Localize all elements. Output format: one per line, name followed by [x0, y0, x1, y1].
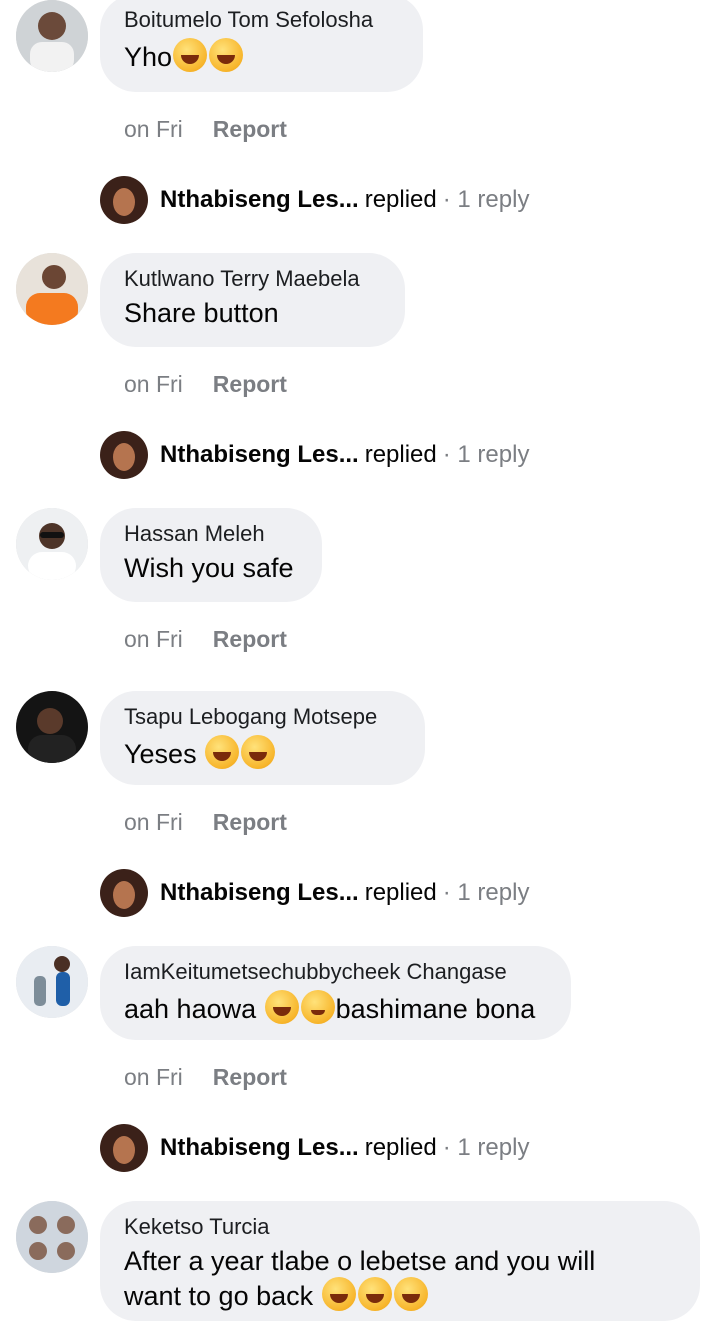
- comment-bubble[interactable]: Hassan Meleh Wish you safe: [100, 508, 322, 602]
- comment-meta: on Fri Report: [124, 625, 287, 653]
- replies-link[interactable]: Nthabiseng Les... replied · 1 reply: [100, 869, 529, 917]
- avatar[interactable]: [16, 253, 88, 325]
- laugh-cry-emoji-icon: [393, 1277, 428, 1311]
- rofl-emoji-icon: [241, 735, 276, 769]
- report-button[interactable]: Report: [213, 116, 287, 142]
- comment-bubble[interactable]: Boitumelo Tom Sefolosha Yho: [100, 0, 423, 92]
- reply-count: · 1 reply: [442, 879, 530, 906]
- comment-author[interactable]: Hassan Meleh: [124, 520, 298, 548]
- rofl-emoji-icon: [209, 38, 244, 72]
- comment-text: Wish you safe: [124, 553, 294, 583]
- wink-emoji-icon: [300, 990, 335, 1024]
- reply-avatar: [100, 176, 148, 224]
- comment-time[interactable]: on Fri: [124, 370, 183, 398]
- comment-text: aah haowa bashimane bona: [124, 990, 547, 1026]
- avatar[interactable]: [16, 1201, 88, 1273]
- comment-author[interactable]: Keketso Turcia: [124, 1213, 676, 1241]
- comment-text: Yeses: [124, 735, 401, 771]
- reply-avatar: [100, 869, 148, 917]
- comment-time[interactable]: on Fri: [124, 808, 183, 836]
- replies-link[interactable]: Nthabiseng Les... replied · 1 reply: [100, 1124, 529, 1172]
- reply-count: · 1 reply: [442, 186, 530, 213]
- avatar[interactable]: [16, 946, 88, 1018]
- laugh-cry-emoji-icon: [357, 1277, 392, 1311]
- comment-meta: on Fri Report: [124, 808, 287, 836]
- replies-link[interactable]: Nthabiseng Les... replied · 1 reply: [100, 431, 529, 479]
- reply-avatar: [100, 1124, 148, 1172]
- reply-count: · 1 reply: [442, 441, 530, 468]
- rofl-emoji-icon: [205, 735, 240, 769]
- comment-bubble[interactable]: Keketso Turcia After a year tlabe o lebe…: [100, 1201, 700, 1321]
- laugh-cry-emoji-icon: [264, 990, 299, 1024]
- reply-author: Nthabiseng Les...: [160, 441, 359, 468]
- reply-verb: replied: [364, 1134, 437, 1161]
- avatar[interactable]: [16, 691, 88, 763]
- report-button[interactable]: Report: [213, 371, 287, 397]
- comment-meta: on Fri Report: [124, 370, 287, 398]
- comment-meta: on Fri Report: [124, 1063, 287, 1091]
- reply-verb: replied: [364, 186, 437, 213]
- comment-author[interactable]: IamKeitumetsechubbycheek Changase: [124, 958, 547, 986]
- comment-author[interactable]: Boitumelo Tom Sefolosha: [124, 6, 399, 34]
- comment-meta: on Fri Report: [124, 115, 287, 143]
- reply-author: Nthabiseng Les...: [160, 186, 359, 213]
- reply-verb: replied: [364, 441, 437, 468]
- laugh-cry-emoji-icon: [321, 1277, 356, 1311]
- comment-time[interactable]: on Fri: [124, 625, 183, 653]
- comment-time[interactable]: on Fri: [124, 1063, 183, 1091]
- comment-bubble[interactable]: IamKeitumetsechubbycheek Changase aah ha…: [100, 946, 571, 1040]
- comment-author[interactable]: Kutlwano Terry Maebela: [124, 265, 381, 293]
- avatar[interactable]: [16, 0, 88, 72]
- comment-author[interactable]: Tsapu Lebogang Motsepe: [124, 703, 401, 731]
- reply-author: Nthabiseng Les...: [160, 879, 359, 906]
- comment-bubble[interactable]: Kutlwano Terry Maebela Share button: [100, 253, 405, 347]
- report-button[interactable]: Report: [213, 1064, 287, 1090]
- avatar[interactable]: [16, 508, 88, 580]
- comment-bubble[interactable]: Tsapu Lebogang Motsepe Yeses: [100, 691, 425, 785]
- reply-avatar: [100, 431, 148, 479]
- comment-text: Yho: [124, 38, 399, 74]
- reply-verb: replied: [364, 879, 437, 906]
- reply-count: · 1 reply: [442, 1134, 530, 1161]
- comment-time[interactable]: on Fri: [124, 115, 183, 143]
- report-button[interactable]: Report: [213, 809, 287, 835]
- replies-link[interactable]: Nthabiseng Les... replied · 1 reply: [100, 176, 529, 224]
- laugh-cry-emoji-icon: [173, 38, 208, 72]
- report-button[interactable]: Report: [213, 626, 287, 652]
- reply-author: Nthabiseng Les...: [160, 1134, 359, 1161]
- comment-text: After a year tlabe o lebetse and you wil…: [124, 1246, 596, 1311]
- comment-text: Share button: [124, 298, 279, 328]
